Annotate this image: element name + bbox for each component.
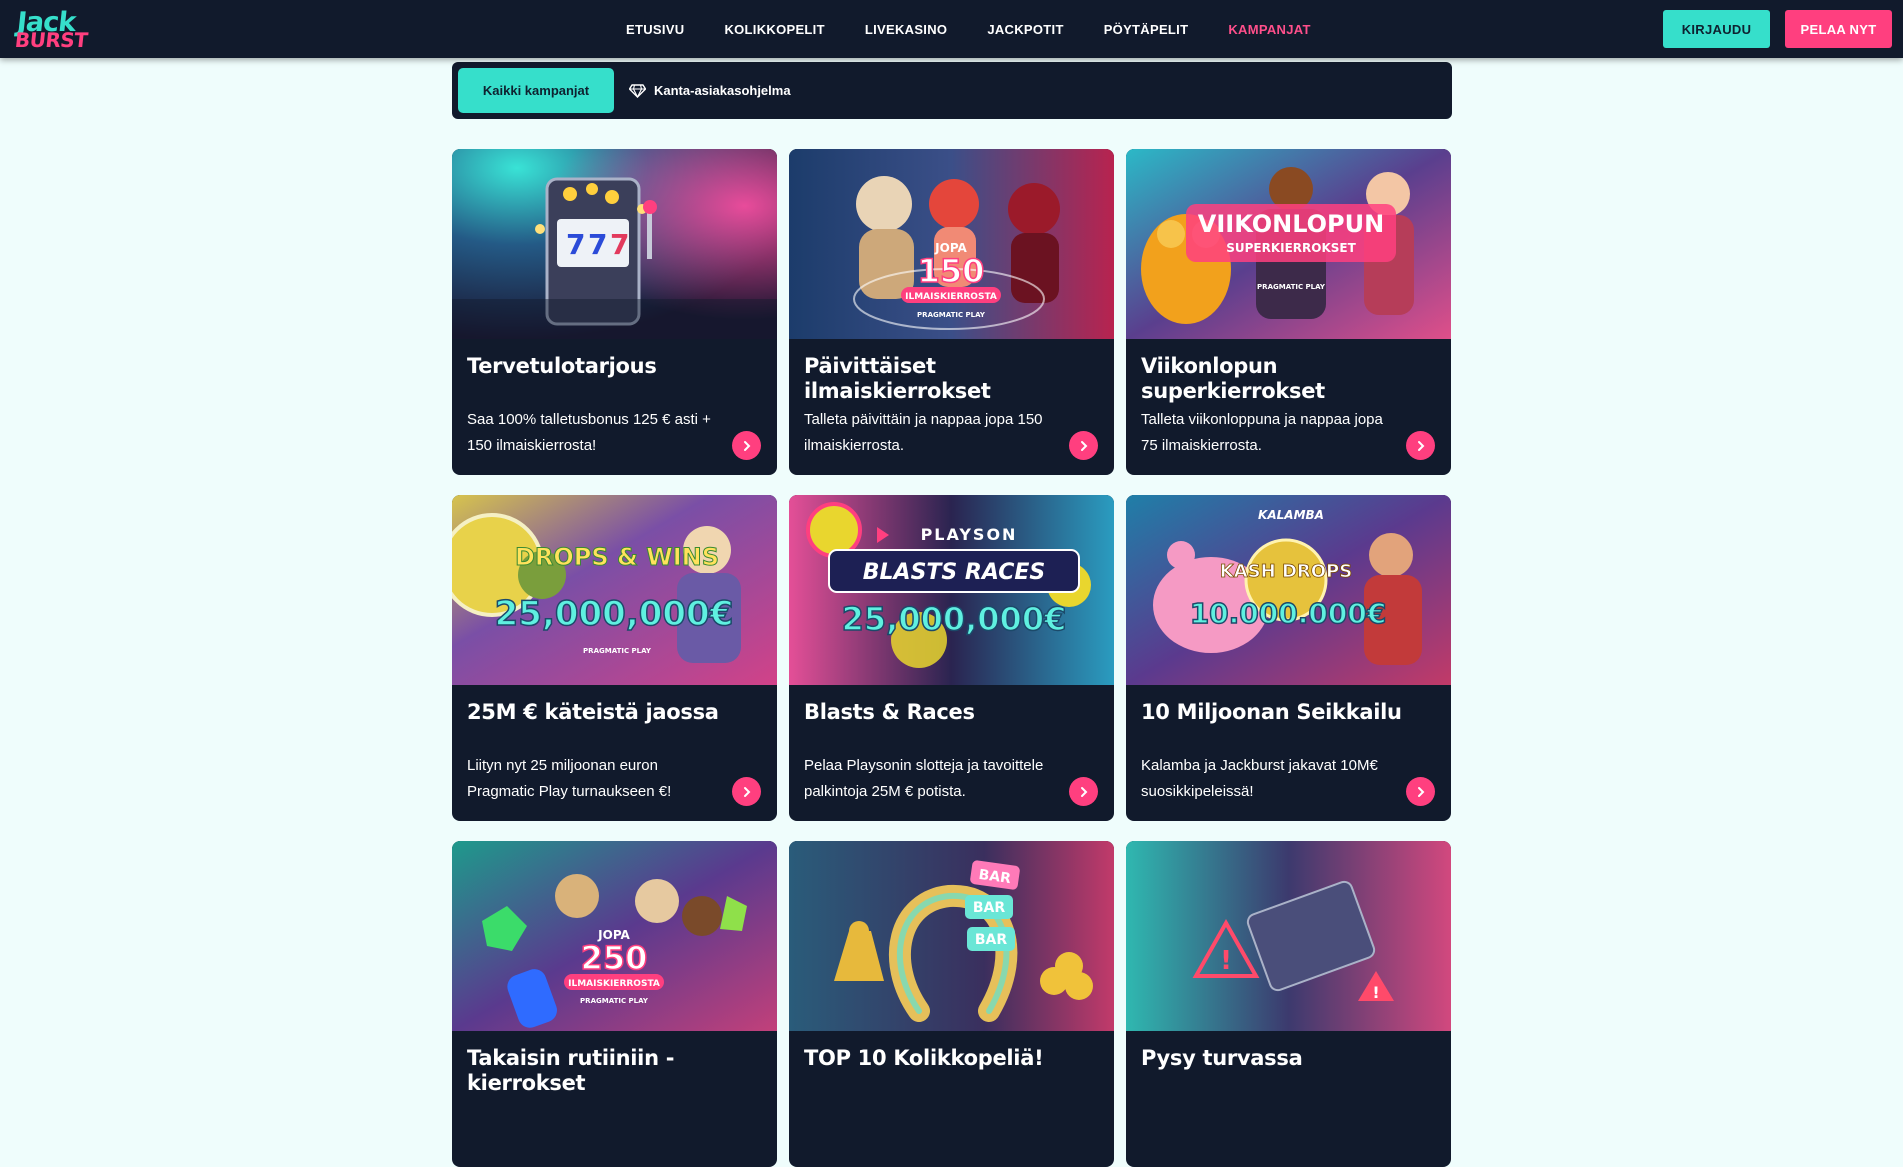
card-title: Viikonlopun superkierrokset — [1141, 354, 1325, 403]
campaign-card-back-to-routine[interactable]: JOPA 250 ILMAISKIERROSTA PRAGMATIC PLAY … — [452, 841, 777, 1167]
card-title: Blasts & Races — [804, 700, 975, 724]
nav-item-kampanjat[interactable]: KAMPANJAT — [1228, 22, 1310, 37]
campaign-card-stay-safe[interactable]: ! ! Pysy turvassa — [1126, 841, 1451, 1167]
overlay-provider: PRAGMATIC PLAY — [580, 997, 649, 1005]
svg-text:!: ! — [1372, 983, 1379, 1002]
campaign-image: VIIKONLOPUN SUPERKIERROKSET PRAGMATIC PL… — [1126, 149, 1451, 339]
campaign-card-daily-spins[interactable]: JOPA 150 ILMAISKIERROSTA PRAGMATIC PLAY … — [789, 149, 1114, 475]
campaign-image: JOPA 150 ILMAISKIERROSTA PRAGMATIC PLAY — [789, 149, 1114, 339]
chevron-right-icon[interactable] — [1406, 777, 1435, 806]
chevron-right-icon[interactable] — [1069, 777, 1098, 806]
overlay-big: 25,000,000€ — [842, 600, 1067, 638]
campaign-card-blasts-races[interactable]: PLAYSON BLASTS RACES 25,000,000€ Blasts … — [789, 495, 1114, 821]
campaign-card-top10-slots[interactable]: BAR BAR BAR TOP 10 Kolikkopeliä! — [789, 841, 1114, 1167]
overlay-sub: SUPERKIERROKSET — [1226, 241, 1356, 255]
overlay-provider: KALAMBA — [1258, 508, 1324, 522]
svg-text:7: 7 — [610, 228, 629, 261]
card-title: Takaisin rutiiniin - kierrokset — [467, 1046, 675, 1095]
card-title: Päivittäiset ilmaiskierrokset — [804, 354, 991, 403]
card-title: Pysy turvassa — [1141, 1046, 1303, 1070]
overlay-big: 10.000.000€ — [1190, 597, 1387, 630]
play-now-button[interactable]: PELAA NYT — [1785, 10, 1892, 48]
overlay-small: DROPS & WINS — [515, 543, 719, 571]
overlay-provider: PRAGMATIC PLAY — [583, 647, 652, 655]
card-title: Tervetulotarjous — [467, 354, 657, 378]
nav-item-poytapelit[interactable]: PÖYTÄPELIT — [1104, 22, 1189, 37]
overlay-small: BLASTS RACES — [863, 560, 1045, 585]
top-navigation-bar: Jack BURST ETUSIVU KOLIKKOPELIT LIVEKASI… — [0, 0, 1903, 58]
campaign-card-weekend-spins[interactable]: VIIKONLOPUN SUPERKIERROKSET PRAGMATIC PL… — [1126, 149, 1451, 475]
jackburst-logo[interactable]: Jack BURST — [13, 7, 110, 52]
campaign-image: 7 7 7 — [452, 149, 777, 339]
campaign-image: JOPA 250 ILMAISKIERROSTA PRAGMATIC PLAY — [452, 841, 777, 1031]
nav-item-kolikkopelit[interactable]: KOLIKKOPELIT — [724, 22, 824, 37]
card-description: Liityn nyt 25 miljoonan euron Pragmatic … — [467, 757, 672, 800]
card-description: Kalamba ja Jackburst jakavat 10M€ suosik… — [1141, 757, 1378, 800]
overlay-small: BAR — [975, 932, 1008, 948]
campaign-card-drops-wins[interactable]: DROPS & WINS 25,000,000€ PRAGMATIC PLAY … — [452, 495, 777, 821]
overlay-provider: PLAYSON — [921, 525, 1018, 544]
overlay-provider: PRAGMATIC PLAY — [917, 311, 986, 319]
campaign-card-10m-adventure[interactable]: KALAMBA KASH DROPS 10.000.000€ 10 Miljoo… — [1126, 495, 1451, 821]
filter-all-campaigns[interactable]: Kaikki kampanjat — [458, 68, 614, 113]
svg-text:!: ! — [1220, 946, 1232, 976]
logo-line2: BURST — [13, 28, 89, 52]
campaign-image: ! ! — [1126, 841, 1451, 1031]
campaign-image: KALAMBA KASH DROPS 10.000.000€ — [1126, 495, 1451, 685]
card-description: Talleta päivittäin ja nappaa jopa 150 il… — [804, 411, 1043, 454]
overlay-provider: PRAGMATIC PLAY — [1257, 283, 1326, 291]
nav-item-jackpotit[interactable]: JACKPOTIT — [987, 22, 1063, 37]
chevron-right-icon[interactable] — [1069, 431, 1098, 460]
diamond-icon — [629, 83, 646, 98]
card-title: 10 Miljoonan Seikkailu — [1141, 700, 1402, 724]
campaign-filter-bar: Kaikki kampanjat Kanta-asiakasohjelma — [452, 62, 1452, 119]
card-description: Talleta viikonloppuna ja nappaa jopa 75 … — [1141, 411, 1383, 454]
campaign-image: DROPS & WINS 25,000,000€ PRAGMATIC PLAY — [452, 495, 777, 685]
nav-item-livekasino[interactable]: LIVEKASINO — [865, 22, 947, 37]
main-nav: ETUSIVU KOLIKKOPELIT LIVEKASINO JACKPOTI… — [626, 0, 1351, 58]
overlay-big: 250 — [581, 939, 648, 977]
campaign-card-welcome[interactable]: 7 7 7 Tervetulotarjous Saa 100% talletus… — [452, 149, 777, 475]
overlay-sub: ILMAISKIERROSTA — [568, 979, 660, 989]
filter-loyalty-program[interactable]: Kanta-asiakasohjelma — [629, 68, 791, 113]
overlay-sub: ILMAISKIERROSTA — [905, 292, 997, 302]
filter-loyalty-label: Kanta-asiakasohjelma — [654, 83, 791, 98]
chevron-right-icon[interactable] — [732, 777, 761, 806]
chevron-right-icon[interactable] — [1406, 431, 1435, 460]
campaign-image: PLAYSON BLASTS RACES 25,000,000€ — [789, 495, 1114, 685]
overlay-small: BAR — [973, 900, 1006, 916]
overlay-big: VIIKONLOPUN — [1198, 210, 1384, 238]
svg-text:7: 7 — [588, 228, 607, 261]
overlay-small: KASH DROPS — [1220, 561, 1352, 582]
login-button[interactable]: KIRJAUDU — [1663, 10, 1770, 48]
nav-item-etusivu[interactable]: ETUSIVU — [626, 22, 684, 37]
chevron-right-icon[interactable] — [732, 431, 761, 460]
card-description: Saa 100% talletusbonus 125 € asti + 150 … — [467, 411, 711, 454]
svg-text:7: 7 — [566, 228, 585, 261]
card-title: 25M € käteistä jaossa — [467, 700, 719, 724]
card-description: Pelaa Playsonin slotteja ja tavoittele p… — [804, 757, 1044, 800]
card-title: TOP 10 Kolikkopeliä! — [804, 1046, 1044, 1070]
overlay-big: 25,000,000€ — [495, 594, 734, 634]
overlay-big: 150 — [918, 252, 985, 290]
campaign-image: BAR BAR BAR — [789, 841, 1114, 1031]
